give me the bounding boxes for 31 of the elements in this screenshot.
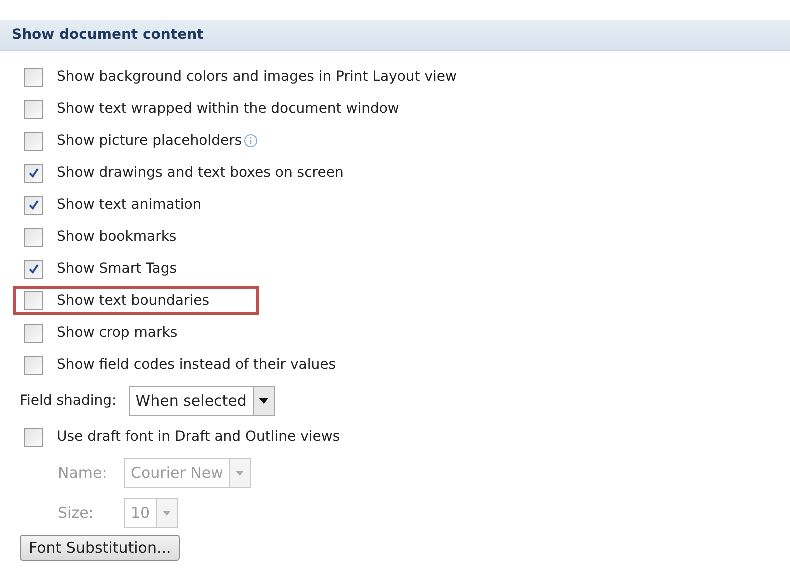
- checkbox-label: Use draft font in Draft and Outline views: [57, 429, 340, 445]
- checkmark-icon: [28, 263, 40, 275]
- checkbox-label: Show text boundaries: [57, 292, 210, 308]
- checkbox[interactable]: [24, 356, 43, 374]
- checkbox-label: Show bookmarks: [57, 229, 177, 245]
- field-shading-label: Field shading:: [20, 393, 117, 409]
- checkbox[interactable]: [24, 68, 43, 86]
- checkbox-label: Show Smart Tags: [57, 261, 178, 277]
- checkbox[interactable]: [24, 428, 43, 446]
- checkbox[interactable]: [24, 260, 43, 278]
- checkbox[interactable]: [24, 100, 43, 118]
- checkmark-icon: [28, 167, 40, 179]
- checkbox-label: Show drawings and text boxes on screen: [57, 165, 344, 181]
- checkmark-icon: [28, 199, 40, 211]
- checkbox-label: Show text animation: [57, 197, 202, 213]
- checkbox-label: Show crop marks: [57, 325, 178, 341]
- checkbox[interactable]: [24, 291, 43, 310]
- checkbox[interactable]: [24, 164, 43, 182]
- checkbox-label: Show picture placeholders: [57, 133, 242, 149]
- field-label: Size:: [58, 504, 95, 522]
- checkbox-label: Show field codes instead of their values: [57, 357, 336, 373]
- field-label: Name:: [58, 464, 108, 482]
- font-substitution-button[interactable]: Font Substitution...: [20, 535, 180, 561]
- checkbox-label: Show background colors and images in Print Layout view: [57, 69, 457, 85]
- section-title: Show document content: [12, 27, 204, 43]
- checkbox[interactable]: [24, 228, 43, 246]
- checkbox[interactable]: [24, 132, 43, 150]
- checkbox[interactable]: [24, 196, 43, 214]
- checkbox[interactable]: [24, 324, 43, 342]
- checkbox-label: Show text wrapped within the document window: [57, 101, 400, 117]
- field-shading-dropdown[interactable]: When selected: [128, 386, 275, 416]
